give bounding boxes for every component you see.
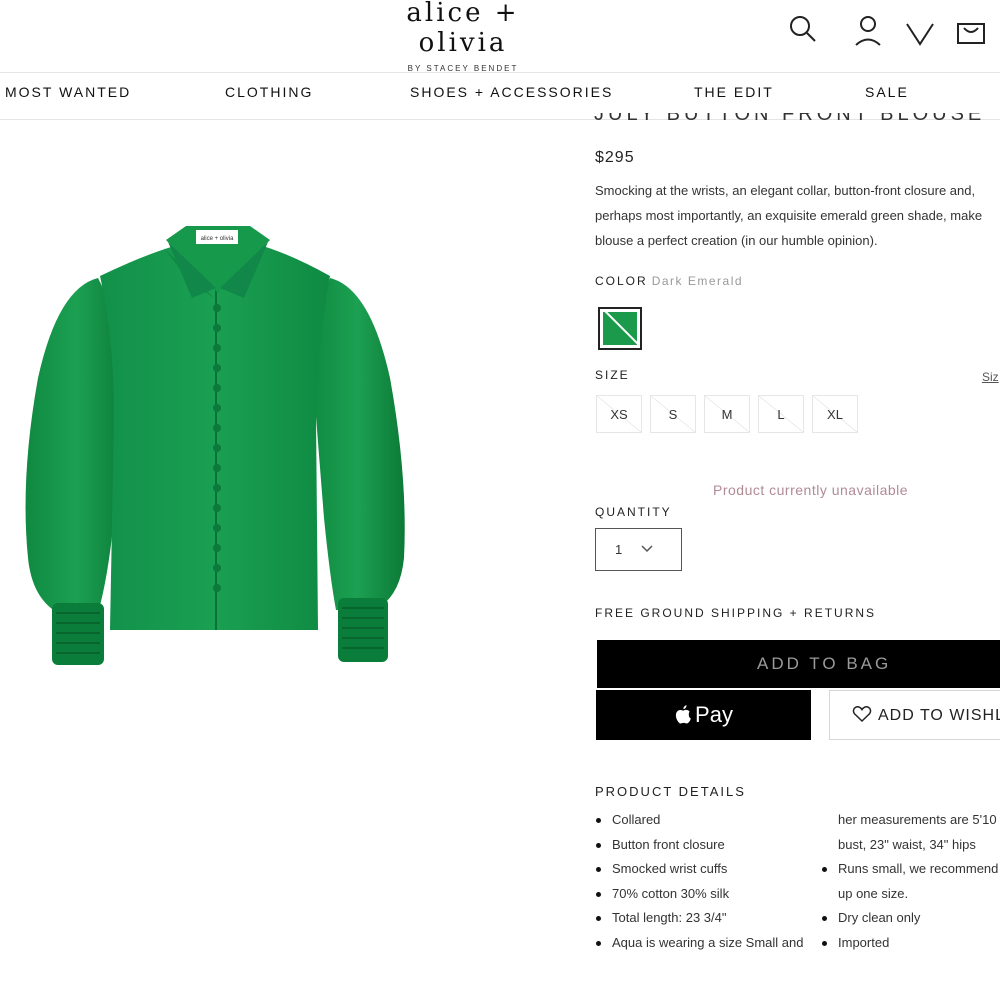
heart-icon xyxy=(852,706,872,723)
detail-text: 70% cotton 30% silk xyxy=(612,885,730,901)
list-item: Dry clean only xyxy=(822,906,998,931)
product-details-list-left: Collared Button front closure Smocked wr… xyxy=(596,808,804,955)
product-description: Smocking at the wrists, an elegant colla… xyxy=(595,183,983,248)
quantity-label: QUANTITY xyxy=(595,505,672,519)
bullet-icon xyxy=(596,867,601,872)
detail-text: Smocked wrist cuffs xyxy=(612,861,728,876)
apple-pay-label: Pay xyxy=(695,702,733,727)
list-item: Button front closure xyxy=(596,833,804,858)
detail-text: Total length: 23 3/4" xyxy=(612,910,727,925)
list-item: Imported xyxy=(822,931,998,956)
list-item: Aqua is wearing a size Small and xyxy=(596,931,804,956)
product-details-list-right: her measurements are 5'10 bust, 23" wais… xyxy=(822,808,998,955)
swatch-fill xyxy=(603,312,637,345)
availability-message: Product currently unavailable xyxy=(713,482,909,498)
list-item: Total length: 23 3/4" xyxy=(596,906,804,931)
main-navigation: MOST WANTED CLOTHING SHOES + ACCESSORIES… xyxy=(0,72,1000,120)
color-value: Dark Emerald xyxy=(651,274,744,288)
product-details-heading: PRODUCT DETAILS xyxy=(595,784,746,799)
product-price: $295 xyxy=(595,149,635,166)
detail-text: Collared xyxy=(612,812,661,827)
detail-text: Aqua is wearing a size Small and xyxy=(612,934,804,950)
shopping-bag-icon[interactable] xyxy=(956,14,988,46)
list-item: Runs small, we recommend xyxy=(822,857,998,882)
detail-text: up one size. xyxy=(838,885,909,901)
apple-pay-button[interactable]: Pay xyxy=(596,690,811,740)
list-item: bust, 23" waist, 34" hips xyxy=(822,833,998,858)
bullet-icon xyxy=(596,818,601,823)
wishlist-heart-icon[interactable] xyxy=(904,14,936,46)
size-option-xs[interactable]: XS xyxy=(596,395,642,433)
chevron-down-icon xyxy=(641,545,653,553)
detail-text: bust, 23" waist, 34" hips xyxy=(838,836,976,852)
site-header: alice + olivia BY STACEY BENDET xyxy=(0,0,1000,72)
bullet-icon xyxy=(822,940,827,946)
list-item: up one size. xyxy=(822,882,998,907)
color-label: COLOR Dark Emerald xyxy=(595,274,743,288)
bullet-icon xyxy=(596,842,601,848)
logo-wordmark: alice + olivia xyxy=(406,0,520,58)
size-label: SIZE xyxy=(595,368,630,382)
product-image[interactable]: alice + olivia xyxy=(18,218,418,678)
size-option-l[interactable]: L xyxy=(758,395,804,433)
size-option-xl[interactable]: XL xyxy=(812,395,858,433)
quantity-value: 1 xyxy=(615,542,623,557)
add-to-wishlist-button[interactable]: ADD TO WISHLI xyxy=(829,690,1000,740)
quantity-select[interactable]: 1 xyxy=(595,528,682,571)
list-item: 70% cotton 30% silk xyxy=(596,882,804,907)
logo-tagline: BY STACEY BENDET xyxy=(407,64,519,72)
list-item: her measurements are 5'10 xyxy=(822,808,998,833)
bullet-icon xyxy=(596,940,601,946)
nav-item-the-edit[interactable]: THE EDIT xyxy=(694,73,774,119)
color-label-text: COLOR xyxy=(595,274,648,288)
apple-icon xyxy=(675,704,691,724)
nav-item-most-wanted[interactable]: MOST WANTED xyxy=(5,73,131,119)
nav-item-shoes-accessories[interactable]: SHOES + ACCESSORIES xyxy=(410,73,613,119)
account-icon[interactable] xyxy=(852,14,884,46)
search-icon[interactable] xyxy=(786,12,818,44)
color-swatch-dark-emerald[interactable] xyxy=(598,307,642,350)
detail-text: Runs small, we recommend xyxy=(838,861,999,876)
bullet-icon xyxy=(596,891,601,897)
list-item: Smocked wrist cuffs xyxy=(596,857,804,882)
detail-text: Dry clean only xyxy=(838,910,921,925)
nav-item-sale[interactable]: SALE xyxy=(865,73,909,119)
blouse-label-text: alice + olivia xyxy=(201,236,235,242)
size-option-s[interactable]: S xyxy=(650,395,696,433)
size-guide-link[interactable]: Siz xyxy=(982,370,999,384)
size-option-m[interactable]: M xyxy=(704,395,750,433)
brand-logo[interactable]: alice + olivia BY STACEY BENDET xyxy=(368,0,558,72)
list-item: Collared xyxy=(596,808,804,833)
shipping-notice: FREE GROUND SHIPPING + RETURNS xyxy=(595,606,877,620)
bullet-icon xyxy=(596,916,601,921)
bullet-icon xyxy=(822,916,827,921)
nav-item-clothing[interactable]: CLOTHING xyxy=(225,73,313,119)
add-to-bag-button[interactable]: ADD TO BAG xyxy=(597,640,1000,688)
detail-text: Button front closure xyxy=(612,836,725,852)
detail-text: her measurements are 5'10 xyxy=(838,812,997,827)
bullet-icon xyxy=(822,867,827,872)
detail-text: Imported xyxy=(838,934,890,950)
wishlist-label: ADD TO WISHLI xyxy=(878,707,1000,724)
